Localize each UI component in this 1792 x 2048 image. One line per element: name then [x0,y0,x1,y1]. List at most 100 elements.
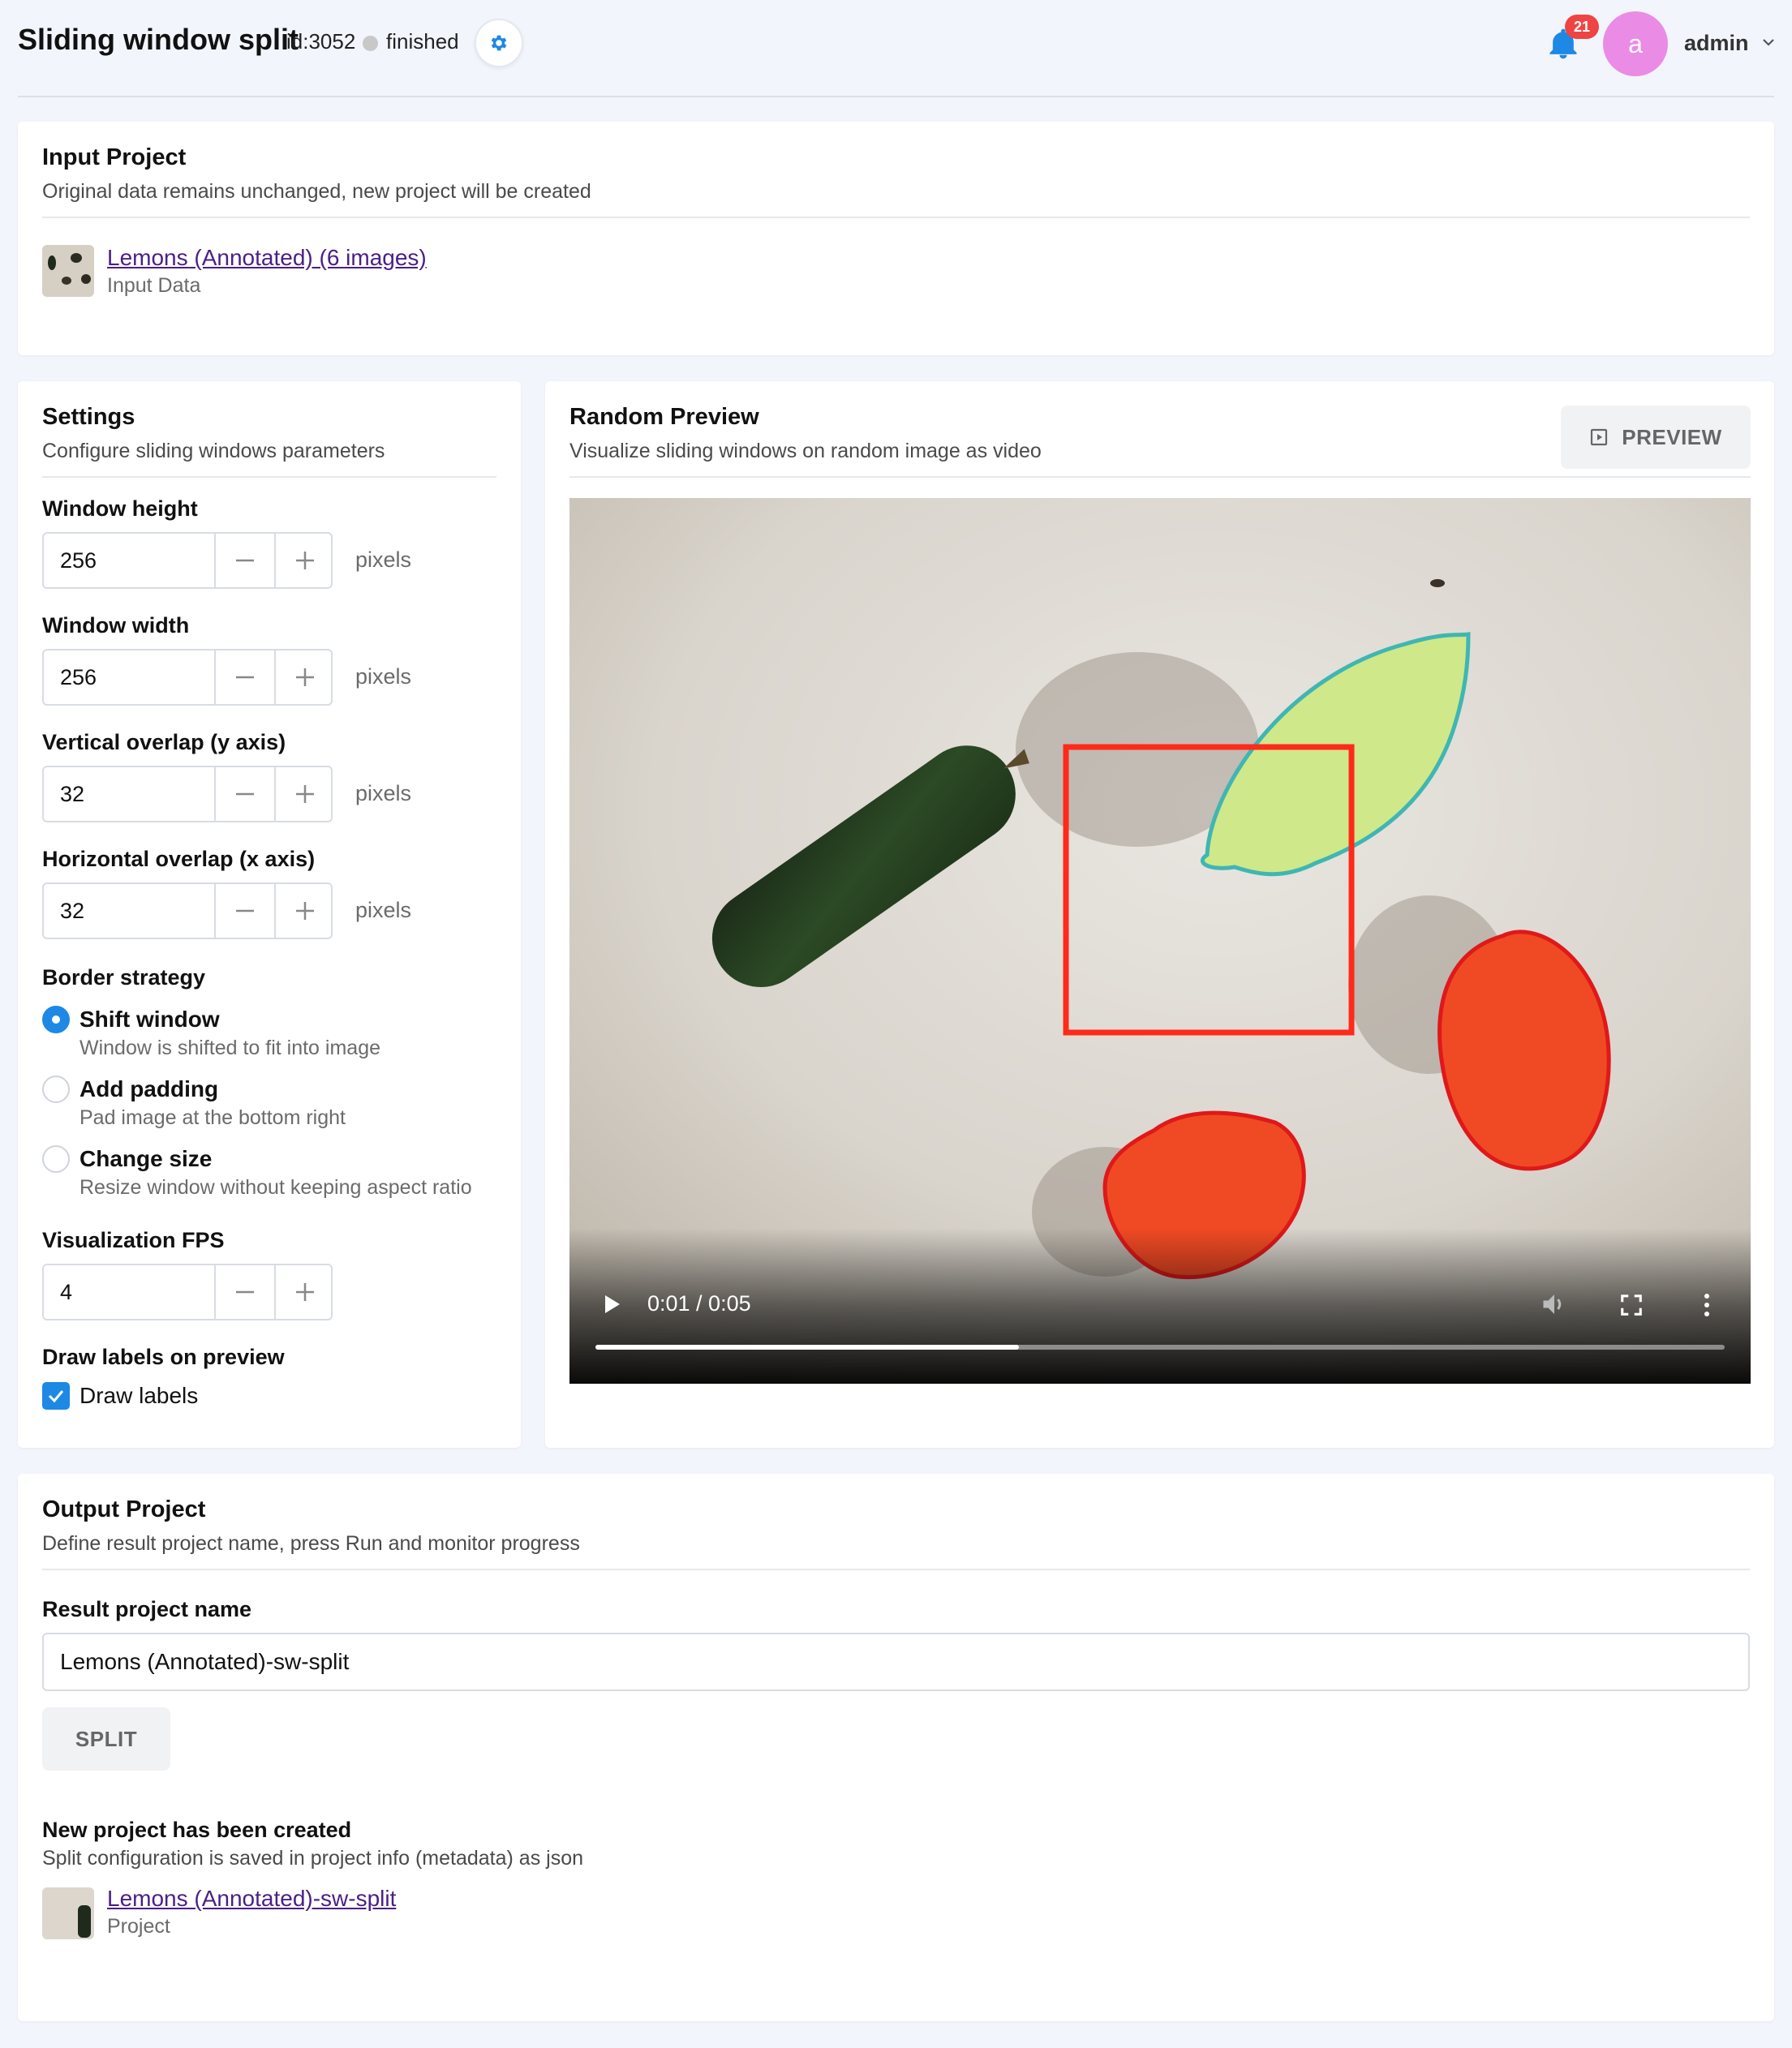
window-height-input[interactable] [44,534,214,587]
vertical-overlap-increment[interactable] [274,767,334,821]
input-project-caption: Input Data [107,274,201,297]
vertical-overlap-input[interactable] [44,767,214,821]
radio-change-size[interactable] [42,1145,70,1173]
radio-change-size-desc: Resize window without keeping aspect rat… [80,1176,472,1199]
horizontal-overlap-input[interactable] [44,884,214,938]
user-name[interactable]: admin [1684,31,1749,56]
preview-button[interactable]: PREVIEW [1561,406,1751,469]
vertical-overlap-label: Vertical overlap (y axis) [42,730,286,754]
play-box-icon [1591,428,1608,446]
radio-shift-window-desc: Window is shifted to fit into image [80,1037,380,1059]
video-progress-bar[interactable] [595,1345,1725,1350]
border-strategy-label: Border strategy [42,965,206,990]
plus-icon [296,785,314,803]
window-width-stepper [42,649,333,706]
radio-add-padding-label[interactable]: Add padding [80,1076,218,1102]
window-width-increment[interactable] [274,650,334,704]
fps-decrement[interactable] [214,1265,274,1319]
window-height-increment[interactable] [274,534,334,587]
fps-increment[interactable] [274,1265,334,1319]
minus-icon [236,909,254,912]
minus-icon [236,559,254,562]
window-height-stepper [42,532,333,589]
minus-icon [236,676,254,679]
created-project-thumbnail [42,1887,94,1939]
video-progress-fill [595,1345,1019,1350]
avatar[interactable]: a [1603,11,1668,76]
preview-subtitle: Visualize sliding windows on random imag… [569,440,1042,462]
radio-add-padding-desc: Pad image at the bottom right [80,1106,346,1129]
plus-icon [296,902,314,920]
divider [42,476,496,478]
app-id: id:3052 [286,29,356,54]
split-button-label: SPLIT [75,1726,138,1751]
volume-icon[interactable] [1540,1290,1569,1319]
radio-shift-window[interactable] [42,1006,70,1033]
settings-subtitle: Configure sliding windows parameters [42,440,385,462]
plus-icon [296,1283,314,1301]
preview-title: Random Preview [569,404,759,430]
window-height-unit: pixels [355,547,412,572]
notification-count-badge: 21 [1565,15,1599,39]
radio-change-size-label[interactable]: Change size [80,1146,212,1172]
window-height-label: Window height [42,496,198,521]
created-title: New project has been created [42,1818,352,1842]
horizontal-overlap-increment[interactable] [274,884,334,938]
play-icon[interactable] [599,1291,625,1317]
vertical-overlap-unit: pixels [355,781,412,805]
window-width-label: Window width [42,613,190,638]
draw-labels-checkbox-label[interactable]: Draw labels [80,1383,198,1409]
result-project-name-label: Result project name [42,1597,252,1621]
fps-input[interactable] [44,1265,214,1319]
window-width-decrement[interactable] [214,650,274,704]
draw-labels-label: Draw labels on preview [42,1345,285,1369]
preview-video[interactable]: 0:01 / 0:05 [569,498,1751,1384]
input-project-title: Input Project [42,144,187,170]
input-project-link[interactable]: Lemons (Annotated) (6 images) [107,245,427,271]
window-width-input[interactable] [44,650,214,704]
result-project-name-input[interactable] [42,1633,1750,1691]
draw-labels-checkbox[interactable] [42,1382,70,1410]
created-project-link[interactable]: Lemons (Annotated)-sw-split [107,1886,396,1912]
plus-icon [296,668,314,686]
fullscreen-icon[interactable] [1619,1293,1644,1317]
input-project-thumbnail [42,245,94,297]
settings-title: Settings [42,404,135,430]
settings-card: Settings Configure sliding windows param… [18,381,521,1448]
header-divider [18,96,1774,97]
horizontal-overlap-decrement[interactable] [214,884,274,938]
app-settings-button[interactable] [475,19,523,67]
input-project-card: Input Project Original data remains unch… [18,122,1774,355]
radio-shift-window-label[interactable]: Shift window [80,1007,220,1033]
fps-stepper [42,1264,333,1320]
chevron-down-icon[interactable] [1760,34,1777,50]
vertical-overlap-stepper [42,766,333,822]
input-project-subtitle: Original data remains unchanged, new pro… [42,180,591,203]
page-title: Sliding window split [18,23,299,56]
plus-icon [296,552,314,569]
fps-label: Visualization FPS [42,1228,225,1252]
horizontal-overlap-unit: pixels [355,898,412,922]
check-icon [48,1390,64,1403]
window-height-decrement[interactable] [214,534,274,587]
minus-icon [236,1290,254,1294]
preview-button-label: PREVIEW [1622,424,1722,449]
output-project-card: Output Project Define result project nam… [18,1474,1774,2021]
created-subtitle: Split configuration is saved in project … [42,1847,584,1870]
output-project-title: Output Project [42,1496,206,1522]
radio-add-padding[interactable] [42,1076,70,1103]
more-options-icon[interactable] [1699,1291,1715,1319]
divider [569,476,1751,478]
gear-icon [491,35,507,51]
split-button[interactable]: SPLIT [42,1707,170,1771]
created-project-caption: Project [107,1915,170,1938]
video-time: 0:01 / 0:05 [647,1291,751,1316]
status-indicator [363,36,378,51]
vertical-overlap-decrement[interactable] [214,767,274,821]
output-project-subtitle: Define result project name, press Run an… [42,1532,580,1555]
minus-icon [236,792,254,796]
divider [42,1569,1750,1570]
divider [42,217,1750,218]
horizontal-overlap-stepper [42,882,333,939]
app-header: Sliding window split id:3052 finished 21… [0,0,1792,96]
